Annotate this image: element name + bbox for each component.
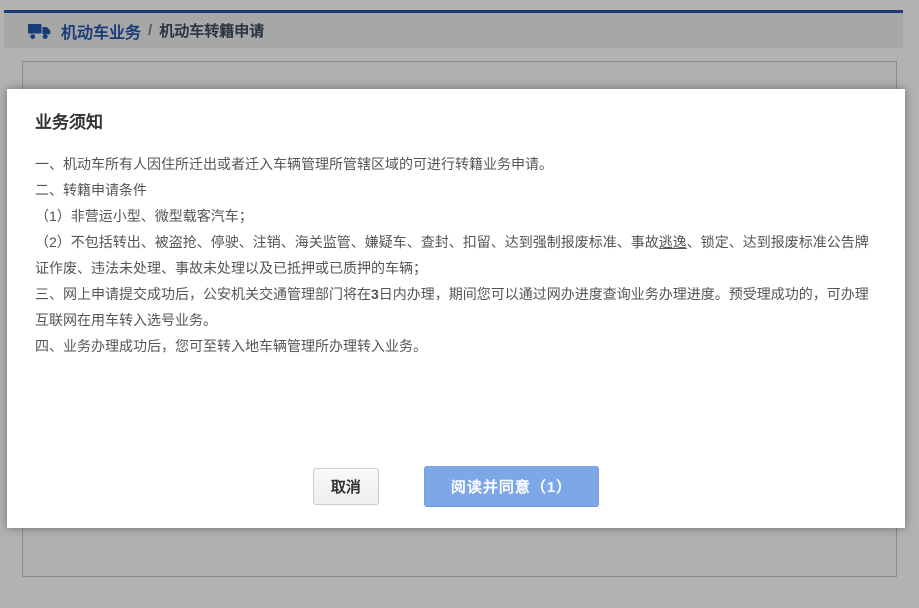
notice-text: （1）非营运小型、微型载客汽车；: [35, 208, 253, 224]
notice-text: 三、网上申请提交成功后，公安机关交通管理部门将在: [35, 286, 371, 302]
notice-paragraph: 一、机动车所有人因住所迁出或者迁入车辆管理所管辖区域的可进行转籍业务申请。: [35, 151, 877, 177]
notice-text: （2）不包括转出、被盗抢、停驶、注销、海关监管、嫌疑车、查封、扣留、达到强制报废…: [35, 234, 659, 250]
page: 机动车业务 / 机动车转籍申请 业务须知 一、机动车所有人因住所迁出或者迁入车辆…: [0, 0, 919, 608]
notice-text: 二、转籍申请条件: [35, 182, 147, 198]
notice-paragraph: 四、业务办理成功后，您可至转入地车辆管理所办理转入业务。: [35, 333, 877, 359]
notice-text-underlined: 逃逸: [659, 234, 687, 250]
notice-text: 3: [371, 286, 379, 302]
notice-paragraph: （1）非营运小型、微型载客汽车；: [35, 203, 877, 229]
notice-text: 一、机动车所有人因住所迁出或者迁入车辆管理所管辖区域的可进行转籍业务申请。: [35, 156, 553, 172]
notice-paragraphs: 一、机动车所有人因住所迁出或者迁入车辆管理所管辖区域的可进行转籍业务申请。二、转…: [35, 151, 877, 359]
agree-countdown-button[interactable]: 阅读并同意（1）: [424, 466, 599, 507]
modal-footer: 取消 阅读并同意（1）: [7, 466, 905, 507]
notice-paragraph: （2）不包括转出、被盗抢、停驶、注销、海关监管、嫌疑车、查封、扣留、达到强制报废…: [35, 229, 877, 281]
modal-title: 业务须知: [35, 112, 877, 134]
notice-text: 四、业务办理成功后，您可至转入地车辆管理所办理转入业务。: [35, 338, 427, 354]
notice-paragraph: 三、网上申请提交成功后，公安机关交通管理部门将在3日内办理，期间您可以通过网办进…: [35, 281, 877, 333]
cancel-button[interactable]: 取消: [313, 468, 379, 505]
notice-modal: 业务须知 一、机动车所有人因住所迁出或者迁入车辆管理所管辖区域的可进行转籍业务申…: [7, 89, 905, 528]
notice-paragraph: 二、转籍申请条件: [35, 177, 877, 203]
